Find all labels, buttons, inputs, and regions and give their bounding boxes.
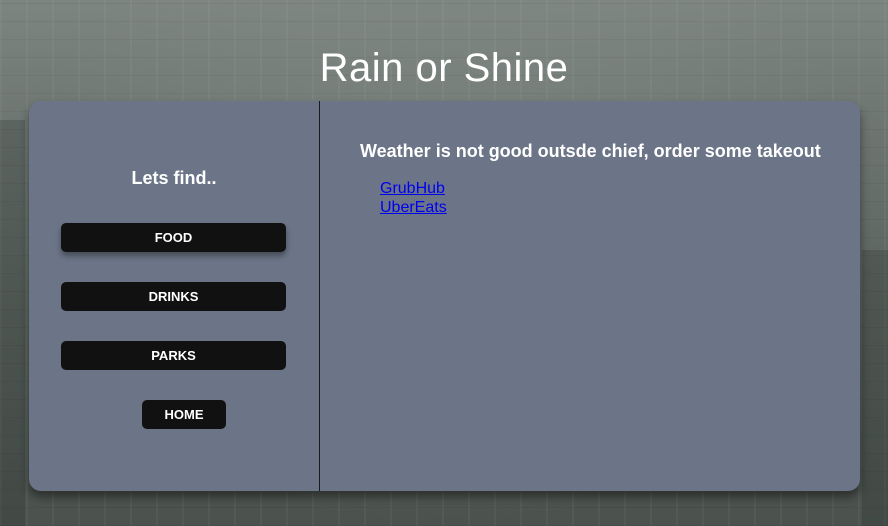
drinks-button[interactable]: DRINKS <box>61 282 286 311</box>
food-button[interactable]: FOOD <box>61 223 286 252</box>
page-title: Rain or Shine <box>319 46 569 90</box>
main-panel: Lets find.. FOOD DRINKS PARKS HOME Weath… <box>29 101 860 491</box>
sidebar-heading: Lets find.. <box>131 168 217 188</box>
list-item: UberEats <box>380 198 447 217</box>
ubereats-link[interactable]: UberEats <box>380 199 447 216</box>
content-area: Weather is not good outsde chief, order … <box>320 101 860 491</box>
background-building <box>862 250 888 526</box>
list-item: GrubHub <box>380 179 447 198</box>
weather-message: Weather is not good outsde chief, order … <box>360 141 821 161</box>
grubhub-link[interactable]: GrubHub <box>380 180 445 197</box>
home-button[interactable]: HOME <box>142 400 226 429</box>
background-building <box>0 120 25 526</box>
takeout-links: GrubHub UberEats <box>380 179 447 217</box>
parks-button[interactable]: PARKS <box>61 341 286 370</box>
sidebar: Lets find.. FOOD DRINKS PARKS HOME <box>29 101 320 491</box>
